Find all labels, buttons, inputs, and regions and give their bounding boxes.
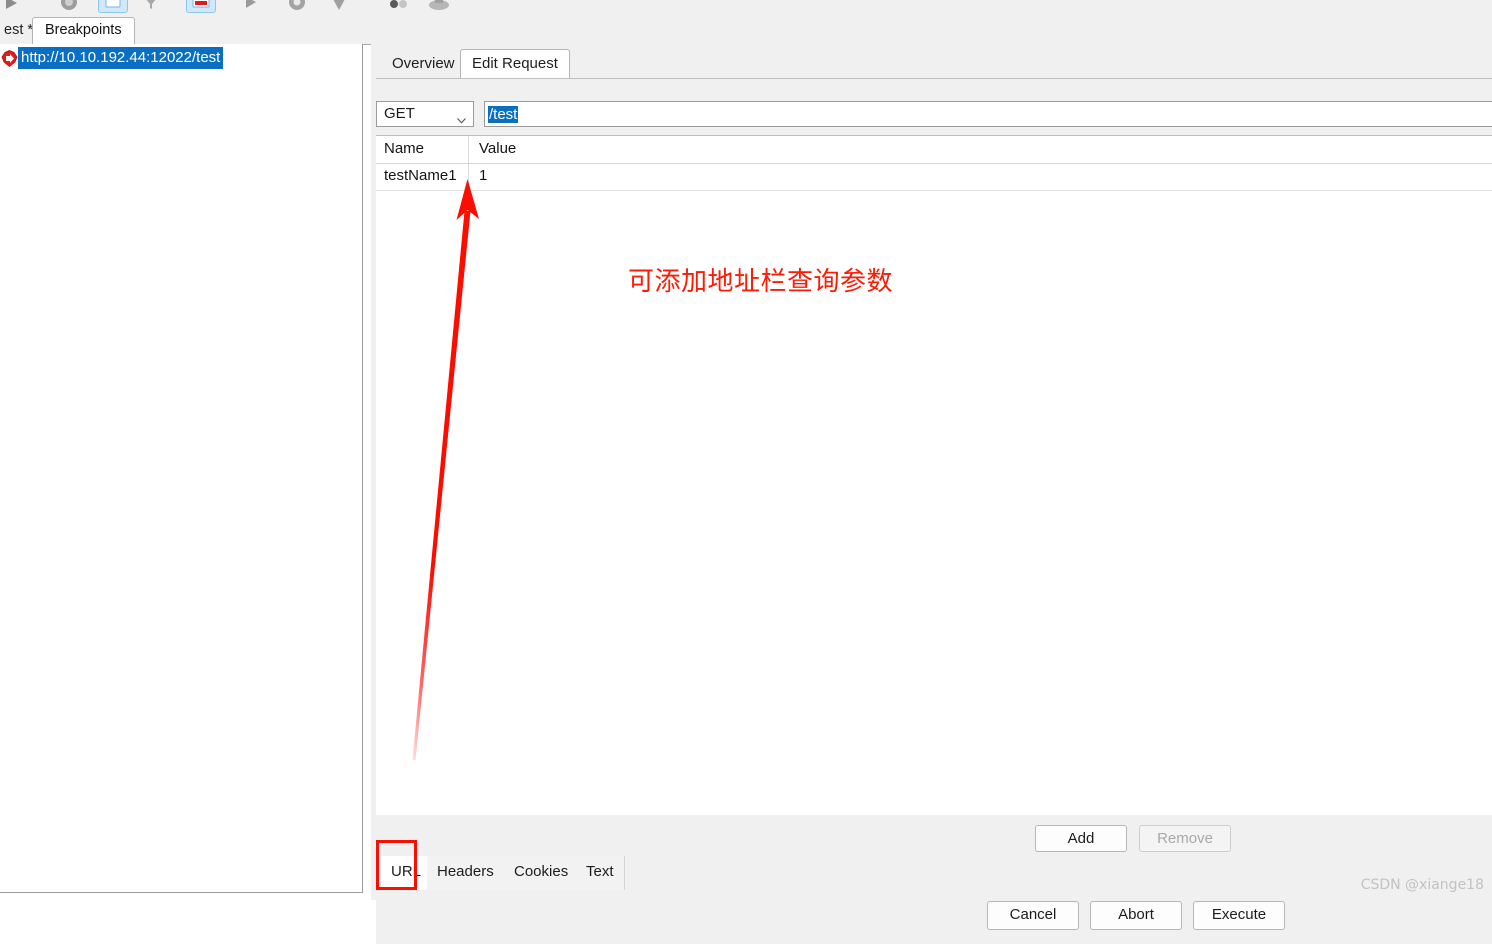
validate-icon[interactable]: [388, 0, 410, 11]
abort-button[interactable]: Abort: [1090, 901, 1182, 930]
tab-text[interactable]: Text: [576, 856, 625, 890]
column-header-value: Value: [479, 140, 517, 157]
tab-headers[interactable]: Headers: [427, 856, 505, 890]
filter-icon[interactable]: [140, 0, 162, 11]
throttle-icon[interactable]: [240, 0, 262, 11]
compose-icon[interactable]: [286, 0, 308, 11]
tab-url[interactable]: URL: [381, 856, 433, 890]
repeat-icon[interactable]: [328, 0, 350, 11]
breakpoint-url-label: http://10.10.192.44:12022/test: [18, 47, 224, 69]
tools-icon[interactable]: [428, 0, 450, 11]
record-icon[interactable]: [58, 0, 80, 11]
dialog-footer: Cancel Abort Execute: [376, 890, 1492, 944]
execute-button[interactable]: Execute: [1193, 901, 1285, 930]
request-path-input[interactable]: /test: [484, 101, 1492, 127]
add-button[interactable]: Add: [1035, 825, 1127, 852]
edit-request-panel: Overview Edit Request GET /test Name Val…: [371, 44, 1492, 944]
breakpoint-arrow-icon: [0, 49, 18, 67]
tab-cookies[interactable]: Cookies: [504, 856, 580, 890]
request-path-value: /test: [488, 106, 519, 123]
breakpoint-icon[interactable]: [186, 0, 216, 13]
breakpoints-list-panel: http://10.10.192.44:12022/test: [0, 44, 363, 893]
table-row[interactable]: testName1 1: [376, 163, 1492, 191]
http-method-select[interactable]: GET: [376, 101, 474, 127]
tab-overview[interactable]: Overview: [381, 52, 466, 78]
remove-button: Remove: [1139, 825, 1231, 852]
annotation-note: 可添加地址栏查询参数: [628, 267, 894, 297]
row-action-bar: Add Remove: [376, 815, 1492, 852]
watermark-text: CSDN @xiange18: [1360, 877, 1484, 893]
cell-param-value[interactable]: 1: [479, 167, 487, 184]
main-toolbar: [0, 0, 1492, 14]
table-header-row: Name Value: [376, 136, 1492, 164]
request-section-tabs: URL Headers Cookies Text: [376, 852, 1492, 891]
clear-icon[interactable]: [98, 0, 128, 13]
column-header-name: Name: [384, 140, 425, 157]
play-icon[interactable]: [0, 0, 22, 11]
request-detail-tabs: Overview Edit Request: [376, 48, 1492, 79]
query-params-table: Name Value testName1 1: [376, 135, 1492, 816]
tab-edit-request[interactable]: Edit Request: [460, 49, 570, 79]
http-method-value: GET: [384, 105, 415, 122]
tab-breakpoints[interactable]: Breakpoints: [32, 17, 135, 45]
breakpoint-list-item[interactable]: http://10.10.192.44:12022/test: [0, 47, 224, 69]
cancel-button[interactable]: Cancel: [987, 901, 1079, 930]
window-tabstrip: est * Breakpoints: [0, 13, 1492, 45]
chevron-down-icon: [457, 111, 466, 124]
cell-param-name[interactable]: testName1: [384, 167, 457, 184]
